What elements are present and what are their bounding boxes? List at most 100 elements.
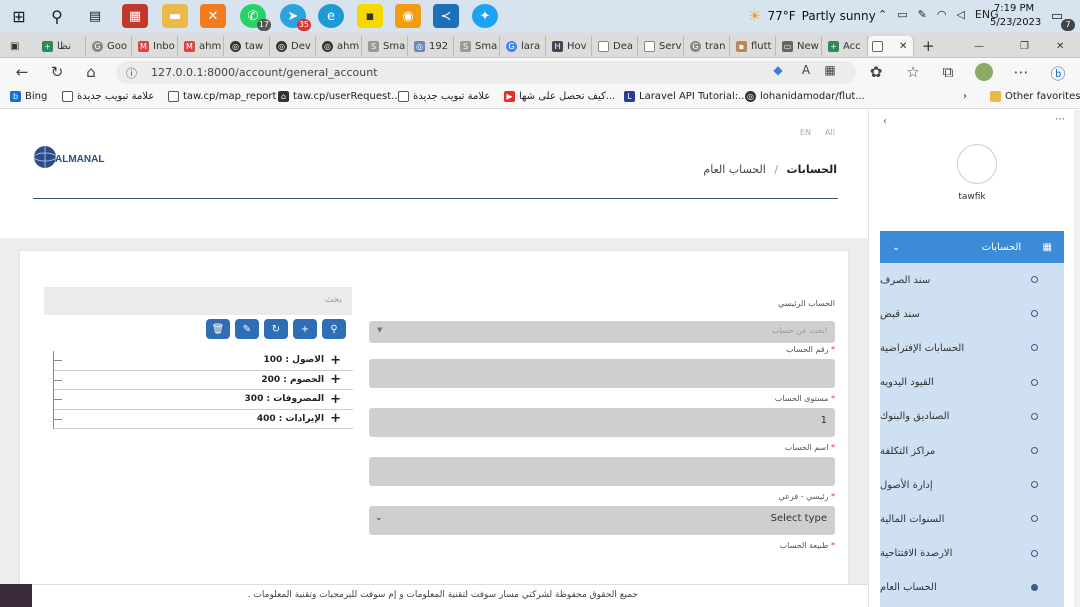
add-button[interactable]: + xyxy=(293,319,317,339)
weather-widget[interactable]: ☀ 77°F Partly sunny xyxy=(748,6,876,26)
more-icon[interactable]: ⋯ xyxy=(1055,114,1065,125)
close-icon[interactable]: ✕ xyxy=(899,41,907,52)
expand-plus-icon[interactable]: + xyxy=(330,372,341,387)
tab-17[interactable]: ▭ New xyxy=(778,36,822,56)
active-tab[interactable]: ✕ xyxy=(868,36,914,56)
sidebar-item-default-accounts[interactable]: الحسابات الإفتراضية xyxy=(880,331,1064,365)
apps-icon[interactable]: ▦ xyxy=(820,63,840,77)
search-icon[interactable]: ⚲ xyxy=(44,4,70,28)
menu-group-accounts[interactable]: ⌄ الحسابات ▦ xyxy=(880,231,1064,263)
tab-15[interactable]: Gtran xyxy=(686,36,730,56)
tab-3[interactable]: M Inbo xyxy=(134,36,178,56)
sidebar-item-receipt-voucher[interactable]: سند قبض xyxy=(880,297,1064,331)
tree-node[interactable]: الاصول : 100 + xyxy=(54,351,353,371)
delete-button[interactable]: 🗑 xyxy=(206,319,230,339)
parent-account-select[interactable]: ابحث عن حساب ▼ xyxy=(369,321,835,343)
refresh-icon[interactable]: ↻ xyxy=(47,63,67,81)
bookmark-laravel[interactable]: L Laravel API Tutorial:... xyxy=(624,91,748,102)
tab-18[interactable]: + Acc xyxy=(824,36,868,56)
other-favorites[interactable]: Other favorites xyxy=(990,91,1080,102)
bookmark-new-tab-2[interactable]: علامة تبويب جديدة xyxy=(398,91,490,102)
lang-en[interactable]: EN xyxy=(800,128,811,137)
tab-13[interactable]: Dea xyxy=(594,36,638,56)
file-explorer-icon[interactable]: ▬ xyxy=(162,4,188,28)
bing-icon[interactable]: ⓑ xyxy=(1048,63,1068,84)
sidebar-item-opening-balances[interactable]: الارصدة الافتتاحية xyxy=(880,537,1064,571)
sidebar-item-asset-management[interactable]: إدارة الأصول xyxy=(880,468,1064,502)
photos-app-icon[interactable]: ▦ xyxy=(122,4,148,28)
expand-plus-icon[interactable]: + xyxy=(330,353,341,368)
tag-icon[interactable]: ◆ xyxy=(768,63,788,77)
bookmark-bing[interactable]: b Bing xyxy=(10,91,47,102)
profile-avatar[interactable] xyxy=(975,63,993,81)
task-view-icon[interactable]: ▤ xyxy=(82,4,108,28)
sidebar-item-cash-banks[interactable]: الصناديق والبنوك xyxy=(880,400,1064,434)
back-icon[interactable]: ← xyxy=(12,63,32,81)
address-bar[interactable]: ⓘ 127.0.0.1:8000/account/general_account xyxy=(116,61,856,84)
tab-actions-icon[interactable]: ▣ xyxy=(6,36,34,56)
sidebar-item-fiscal-years[interactable]: السنوات المالية xyxy=(880,502,1064,536)
favorites-icon[interactable]: ☆ xyxy=(903,63,923,81)
tab-8[interactable]: S Sma xyxy=(364,36,408,56)
account-number-input[interactable] xyxy=(369,359,835,388)
bookmarks-overflow[interactable]: › xyxy=(963,91,967,102)
new-tab-button[interactable]: + xyxy=(918,36,938,56)
bookmark-github[interactable]: ◎ lohanidamodar/flut... xyxy=(745,91,865,102)
tab-5[interactable]: ◎ taw xyxy=(226,36,270,56)
windows-start-icon[interactable]: ⊞ xyxy=(6,4,32,28)
tab-1[interactable]: + نظا xyxy=(38,36,86,56)
extensions-icon[interactable]: ✿ xyxy=(866,63,886,81)
account-level-input[interactable]: 1 xyxy=(369,408,835,437)
minimize-icon[interactable]: — xyxy=(970,36,990,56)
bookmark-map-report[interactable]: taw.cp/map_report xyxy=(168,91,276,102)
chevron-up-icon[interactable]: ⌃ xyxy=(878,8,887,21)
tab-7[interactable]: ◎ ahm xyxy=(318,36,362,56)
system-clock[interactable]: 7:19 PM 5/23/2023 xyxy=(990,2,1041,30)
home-icon[interactable]: ⌂ xyxy=(81,63,101,81)
read-aloud-icon[interactable]: A xyxy=(796,63,816,77)
wifi-icon[interactable]: ◠ xyxy=(937,8,947,21)
edit-button[interactable]: ✎ xyxy=(235,319,259,339)
breadcrumb-root[interactable]: الحسابات xyxy=(787,163,837,176)
battery-icon[interactable]: ▭ xyxy=(897,8,907,21)
refresh-button[interactable]: ↻ xyxy=(264,319,288,339)
account-name-input[interactable] xyxy=(369,457,835,486)
pen-icon[interactable]: ✎ xyxy=(918,8,927,21)
edge-icon[interactable]: e xyxy=(318,4,344,28)
collapse-chevron-icon[interactable]: ‹ xyxy=(883,116,887,127)
scrollbar[interactable] xyxy=(1074,110,1080,607)
tree-node[interactable]: الخصوم : 200 + xyxy=(54,371,353,390)
restore-icon[interactable]: ❐ xyxy=(1016,36,1036,56)
telegram-icon[interactable]: ➤ 35 xyxy=(280,4,311,31)
tab-4[interactable]: Mahm xyxy=(180,36,224,56)
tab-11[interactable]: Glara xyxy=(502,36,546,56)
collections-icon[interactable]: ⧉ xyxy=(938,63,958,81)
bookmark-new-tab-1[interactable]: علامة تبويب جديدة xyxy=(62,91,154,102)
tab-10[interactable]: S Sma xyxy=(456,36,500,56)
sidebar-item-cost-centers[interactable]: مراكز التكلفة xyxy=(880,434,1064,468)
sidebar-item-manual-entries[interactable]: القيود اليدويه xyxy=(880,366,1064,400)
volume-icon[interactable]: ◁ xyxy=(956,8,964,21)
tab-16[interactable]: ▪ flutt xyxy=(732,36,776,56)
tree-node[interactable]: المصروفات : 300 + xyxy=(54,390,353,410)
tree-search-input[interactable]: بحث xyxy=(44,287,352,315)
tab-9[interactable]: ◎ 192 xyxy=(410,36,454,56)
bookmark-youtube[interactable]: ▶ كيف تحصل على شها... xyxy=(504,91,615,102)
sidebar-item-payment-voucher[interactable]: سند الصرف xyxy=(880,263,1064,297)
tab-14[interactable]: Serv xyxy=(640,36,684,56)
notification-icon[interactable]: ▭ 7 xyxy=(1044,4,1075,31)
lang-all[interactable]: All xyxy=(825,128,835,137)
info-icon[interactable]: ⓘ xyxy=(126,65,137,81)
account-type-select[interactable]: Select type ⌄ xyxy=(369,506,835,535)
expand-plus-icon[interactable]: + xyxy=(330,392,341,407)
tab-2[interactable]: G Goo xyxy=(88,36,132,56)
twitter-icon[interactable]: ✦ xyxy=(472,4,498,28)
xampp-icon[interactable]: ✕ xyxy=(200,4,226,28)
vscode-icon[interactable]: ≺ xyxy=(433,4,459,28)
whatsapp-icon[interactable]: ✆ 17 xyxy=(240,4,271,31)
tree-node[interactable]: الإيرادات : 400 + xyxy=(54,410,353,429)
sidebar-item-general-account[interactable]: الحساب العام xyxy=(880,571,1064,605)
tab-6[interactable]: ◎ Dev xyxy=(272,36,316,56)
tab-12[interactable]: H Hov xyxy=(548,36,592,56)
postman-icon[interactable]: ◉ xyxy=(395,4,421,28)
